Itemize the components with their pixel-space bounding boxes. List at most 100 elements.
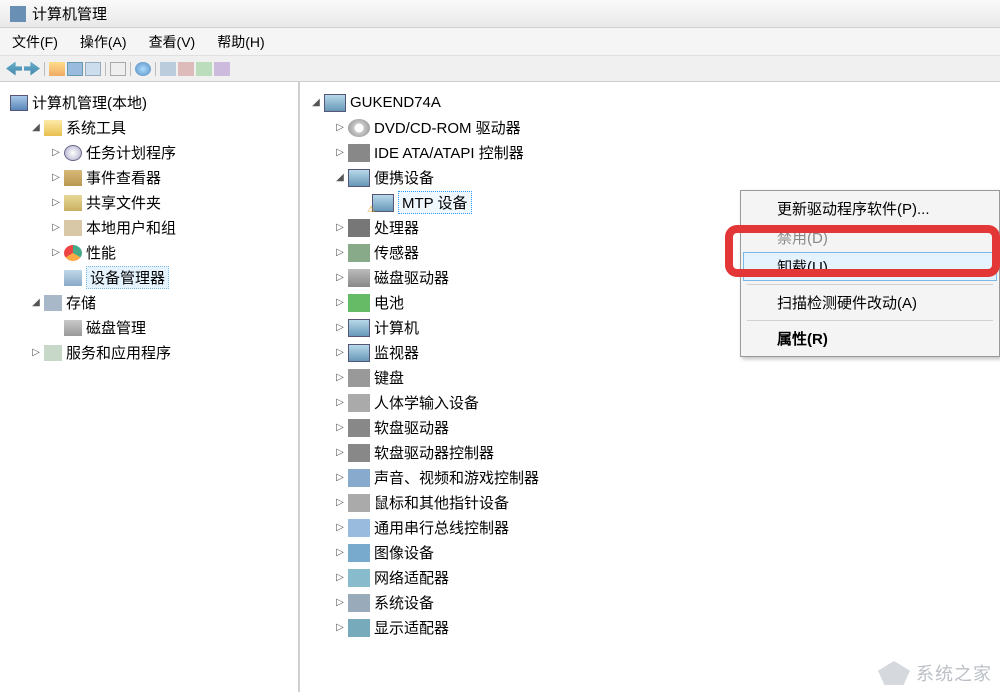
tree-sys-tools[interactable]: ◢系统工具 [4,115,294,140]
expand-icon[interactable]: ◢ [30,122,42,134]
dev-keyboard[interactable]: ▷ 键盘 [304,365,996,390]
properties-icon[interactable] [110,62,126,76]
dev-usb[interactable]: ▷通用串行总线控制器 [304,515,996,540]
left-pane: 计算机管理(本地) ◢系统工具 ▷任务计划程序 ▷事件查看器 ▷ 共享文件夹 ▷ 本… [0,82,300,692]
monitor-icon [348,344,370,362]
computer-icon [348,319,370,337]
menu-help[interactable]: 帮助(H) [211,30,270,54]
collapse-icon[interactable]: ◢ [334,172,346,184]
cm-scan-hardware[interactable]: 扫描检测硬件改动(A) [743,288,997,317]
expand-icon[interactable]: ◢ [30,297,42,309]
label: 本地用户和组 [86,217,176,238]
expand-icon[interactable]: ▷ [334,472,346,484]
expand-icon[interactable]: ▷ [334,522,346,534]
expand-icon[interactable]: ▷ [334,622,346,634]
dev-display[interactable]: ▷显示适配器 [304,615,996,640]
tree-shared-folders[interactable]: ▷ 共享文件夹 [4,190,294,215]
right-pane: ◢GUKEND74A ▷DVD/CD-ROM 驱动器 ▷IDE ATA/ATAP… [300,82,1000,692]
expand-icon[interactable]: ▷ [334,122,346,134]
network-icon [348,569,370,587]
forward-icon[interactable] [24,62,40,76]
expand-icon[interactable]: ▷ [50,222,62,234]
help-icon[interactable] [135,62,151,76]
separator [130,62,131,76]
expand-icon[interactable]: ▷ [334,322,346,334]
update-icon[interactable] [196,62,212,76]
uninstall-icon[interactable] [178,62,194,76]
dev-system[interactable]: ▷ 系统设备 [304,590,996,615]
tree-services[interactable]: ▷服务和应用程序 [4,340,294,365]
tree-storage[interactable]: ◢存储 [4,290,294,315]
label: 键盘 [374,367,404,388]
expand-icon[interactable]: ▷ [334,422,346,434]
dev-dvd[interactable]: ▷DVD/CD-ROM 驱动器 [304,115,996,140]
event-icon [64,170,82,186]
cm-disable[interactable]: 禁用(D) [743,223,997,252]
dev-sound[interactable]: ▷声音、视频和游戏控制器 [304,465,996,490]
folder-icon[interactable] [49,62,65,76]
expand-icon[interactable]: ▷ [50,172,62,184]
expand-icon[interactable]: ▷ [334,247,346,259]
label: 设备管理器 [86,266,169,289]
dev-network[interactable]: ▷网络适配器 [304,565,996,590]
floppy-icon [348,419,370,437]
label: 处理器 [374,217,419,238]
dev-floppy[interactable]: ▷软盘驱动器 [304,415,996,440]
label: 系统设备 [374,592,434,613]
tree-local-users[interactable]: ▷ 本地用户和组 [4,215,294,240]
collapse-icon[interactable]: ◢ [310,97,322,109]
scanhw-icon[interactable] [214,62,230,76]
expand-icon[interactable]: ▷ [334,222,346,234]
label: 磁盘驱动器 [374,267,449,288]
tree-task-scheduler[interactable]: ▷任务计划程序 [4,140,294,165]
dev-portable[interactable]: ◢便携设备 [304,165,996,190]
cm-uninstall[interactable]: 卸载(U) [743,252,997,281]
label: 共享文件夹 [86,192,161,213]
dev-image[interactable]: ▷ 图像设备 [304,540,996,565]
back-icon[interactable] [6,62,22,76]
perf-icon [64,245,82,261]
scan-icon[interactable] [160,62,176,76]
expand-icon[interactable]: ▷ [334,597,346,609]
sensor-icon [348,244,370,262]
dev-ide[interactable]: ▷IDE ATA/ATAPI 控制器 [304,140,996,165]
expand-icon[interactable]: ▷ [334,147,346,159]
dev-mouse[interactable]: ▷鼠标和其他指针设备 [304,490,996,515]
expand-icon[interactable]: ▷ [334,347,346,359]
menu-action[interactable]: 操作(A) [74,30,133,54]
tree-event-viewer[interactable]: ▷事件查看器 [4,165,294,190]
disk-icon [64,320,82,336]
view1-icon[interactable] [67,62,83,76]
image-icon [348,544,370,562]
tree-device-manager[interactable]: 设备管理器 [4,265,294,290]
menu-file[interactable]: 文件(F) [6,30,64,54]
tree-root[interactable]: 计算机管理(本地) [4,90,294,115]
expand-icon[interactable]: ▷ [334,297,346,309]
label: 图像设备 [374,542,434,563]
expand-icon[interactable]: ▷ [50,197,62,209]
clock-icon [64,145,82,161]
label: 电池 [374,292,404,313]
expand-icon[interactable]: ▷ [334,272,346,284]
expand-icon[interactable]: ▷ [334,397,346,409]
expand-icon[interactable]: ▷ [334,372,346,384]
expand-icon[interactable]: ▷ [50,147,62,159]
label: 计算机管理(本地) [32,92,147,113]
storage-icon [44,295,62,311]
dev-root[interactable]: ◢GUKEND74A [304,90,996,115]
tree-performance[interactable]: ▷性能 [4,240,294,265]
expand-icon[interactable]: ▷ [334,497,346,509]
expand-icon[interactable]: ▷ [30,347,42,359]
expand-icon[interactable]: ▷ [50,247,62,259]
expand-icon[interactable]: ▷ [334,547,346,559]
cm-update-driver[interactable]: 更新驱动程序软件(P)... [743,194,997,223]
expand-icon[interactable]: ▷ [334,572,346,584]
view2-icon[interactable] [85,62,101,76]
dev-hid[interactable]: ▷人体学输入设备 [304,390,996,415]
tree-disk-mgmt[interactable]: 磁盘管理 [4,315,294,340]
menu-view[interactable]: 查看(V) [143,30,202,54]
expand-icon[interactable]: ▷ [334,447,346,459]
dev-floppyctrl[interactable]: ▷软盘驱动器控制器 [304,440,996,465]
cm-properties[interactable]: 属性(R) [743,324,997,353]
separator [105,62,106,76]
